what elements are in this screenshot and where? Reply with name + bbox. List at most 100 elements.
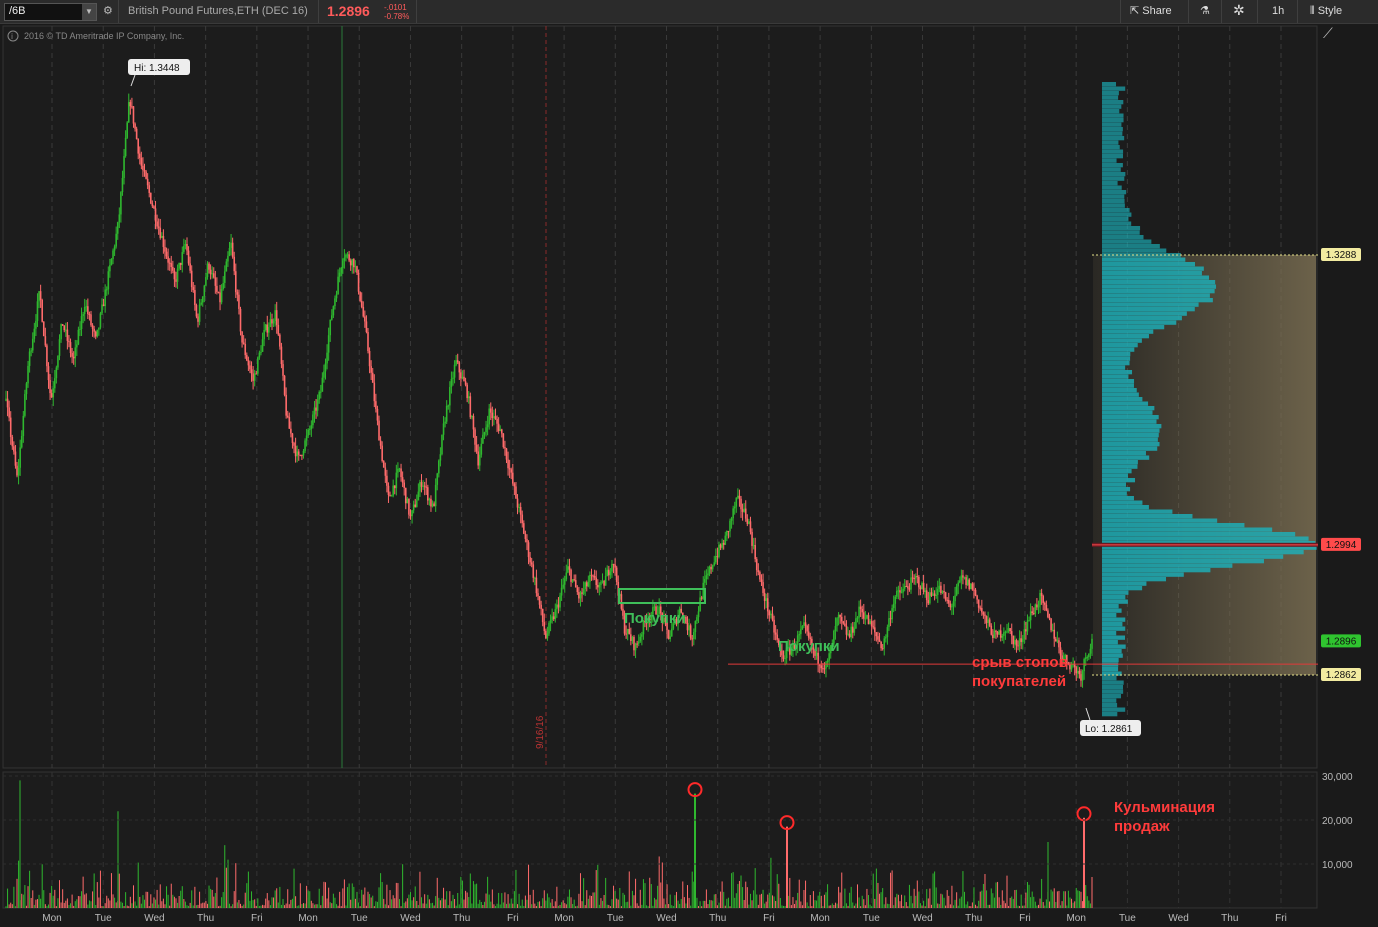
candle-body bbox=[264, 324, 267, 331]
candle-body bbox=[907, 586, 909, 589]
candle-body bbox=[102, 304, 105, 307]
candle-body bbox=[894, 596, 897, 604]
candle-body bbox=[726, 530, 728, 536]
style-label: Style bbox=[1317, 5, 1343, 17]
candle-body bbox=[343, 257, 346, 261]
candle-body bbox=[729, 520, 731, 532]
candle-body bbox=[184, 243, 187, 246]
candle-body bbox=[905, 586, 908, 588]
candle-body bbox=[897, 590, 900, 592]
profile-bar bbox=[1102, 113, 1124, 118]
candle-body bbox=[189, 263, 191, 271]
candle-body bbox=[47, 366, 50, 381]
candle-body bbox=[571, 579, 574, 582]
candle-body bbox=[494, 416, 497, 420]
profile-bar bbox=[1102, 190, 1127, 195]
candle-body bbox=[359, 291, 361, 301]
profile-bar bbox=[1102, 698, 1117, 703]
candle-body bbox=[44, 336, 47, 346]
candle-body bbox=[11, 436, 14, 447]
candle-body bbox=[80, 316, 83, 330]
candle-body bbox=[534, 577, 536, 579]
candle-body bbox=[730, 518, 733, 521]
profile-bar bbox=[1102, 550, 1304, 555]
profile-bar bbox=[1102, 707, 1126, 712]
candle-body bbox=[365, 321, 368, 333]
x-tick-label: Tue bbox=[863, 913, 880, 924]
profile-bar bbox=[1102, 514, 1193, 519]
candle-body bbox=[398, 468, 401, 470]
profile-bar bbox=[1102, 203, 1125, 208]
candle-body bbox=[718, 544, 720, 557]
candle-body bbox=[157, 226, 160, 228]
candle-body bbox=[129, 102, 132, 107]
style-button[interactable]: ⫴ Style bbox=[1310, 3, 1342, 20]
candle-body bbox=[186, 243, 188, 251]
copyright: 2016 © TD Ameritrade IP Company, Inc. bbox=[24, 31, 184, 41]
candle-body bbox=[653, 606, 656, 608]
candle-body bbox=[234, 271, 237, 293]
drawing-tools-icon[interactable]: ⟋ bbox=[1323, 25, 1333, 41]
profile-bar bbox=[1102, 464, 1138, 469]
candle-body bbox=[201, 296, 204, 303]
candle-body bbox=[589, 574, 591, 582]
candle-body bbox=[870, 621, 873, 627]
symbol-input[interactable]: /6B ▼ bbox=[4, 3, 97, 21]
profile-bar bbox=[1102, 644, 1126, 649]
candle-body bbox=[1084, 657, 1087, 660]
profile-bar bbox=[1102, 581, 1147, 586]
volume-tick-label: 20,000 bbox=[1322, 816, 1353, 827]
candle-body bbox=[1043, 602, 1046, 605]
x-tick-label: Wed bbox=[656, 913, 676, 924]
share-button[interactable]: ⇱ Share bbox=[1130, 3, 1172, 20]
candle-body bbox=[381, 445, 383, 461]
price-chart[interactable]: 9/16/16 1.3288 1.2994 1.2896 1.2862 Mon Tue W… bbox=[0, 24, 1378, 927]
candle-body bbox=[519, 506, 522, 515]
candle-body bbox=[694, 621, 697, 633]
candle-body bbox=[253, 373, 256, 381]
profile-bar bbox=[1102, 167, 1121, 172]
candle-body bbox=[430, 498, 432, 507]
chevron-down-icon[interactable]: ▼ bbox=[82, 4, 96, 20]
candle-body bbox=[737, 495, 739, 498]
profile-bar bbox=[1102, 658, 1119, 663]
candle-body bbox=[255, 373, 258, 375]
profile-bar bbox=[1102, 226, 1141, 231]
profile-bar bbox=[1102, 91, 1119, 96]
candle-body bbox=[279, 334, 281, 347]
candle-body bbox=[49, 380, 51, 394]
flask-icon[interactable]: ⚗ bbox=[1200, 3, 1210, 20]
candle-body bbox=[925, 590, 928, 601]
candle-body bbox=[113, 246, 116, 251]
candle-body bbox=[305, 435, 308, 441]
profile-bar bbox=[1102, 109, 1120, 114]
volume-pane bbox=[2, 771, 1318, 909]
profile-bar bbox=[1102, 586, 1143, 591]
candle-body bbox=[190, 270, 193, 288]
candle-body bbox=[60, 324, 62, 340]
candle-body bbox=[532, 564, 535, 578]
settings-gear-icon[interactable]: ✲ bbox=[1233, 2, 1245, 19]
candle-body bbox=[376, 408, 379, 421]
candle-body bbox=[466, 384, 468, 399]
profile-bar bbox=[1102, 131, 1123, 136]
candle-body bbox=[294, 445, 297, 457]
candle-body bbox=[878, 639, 881, 642]
candle-body bbox=[702, 582, 705, 599]
timeframe-button[interactable]: 1h bbox=[1272, 3, 1284, 20]
profile-bar bbox=[1102, 433, 1159, 438]
candle-body bbox=[123, 156, 125, 179]
candle-body bbox=[940, 585, 942, 594]
candle-body bbox=[373, 382, 376, 402]
candle-body bbox=[696, 617, 698, 622]
candle-body bbox=[1089, 648, 1092, 654]
candle-body bbox=[855, 618, 857, 629]
candle-body bbox=[110, 258, 113, 266]
profile-bar bbox=[1102, 617, 1126, 622]
gear-icon[interactable]: ⚙ bbox=[103, 4, 113, 17]
candle-body bbox=[749, 521, 752, 532]
candle-body bbox=[697, 611, 700, 618]
candle-body bbox=[324, 363, 327, 372]
level-label: 1.2862 bbox=[1326, 670, 1357, 681]
candle-body bbox=[96, 329, 99, 337]
